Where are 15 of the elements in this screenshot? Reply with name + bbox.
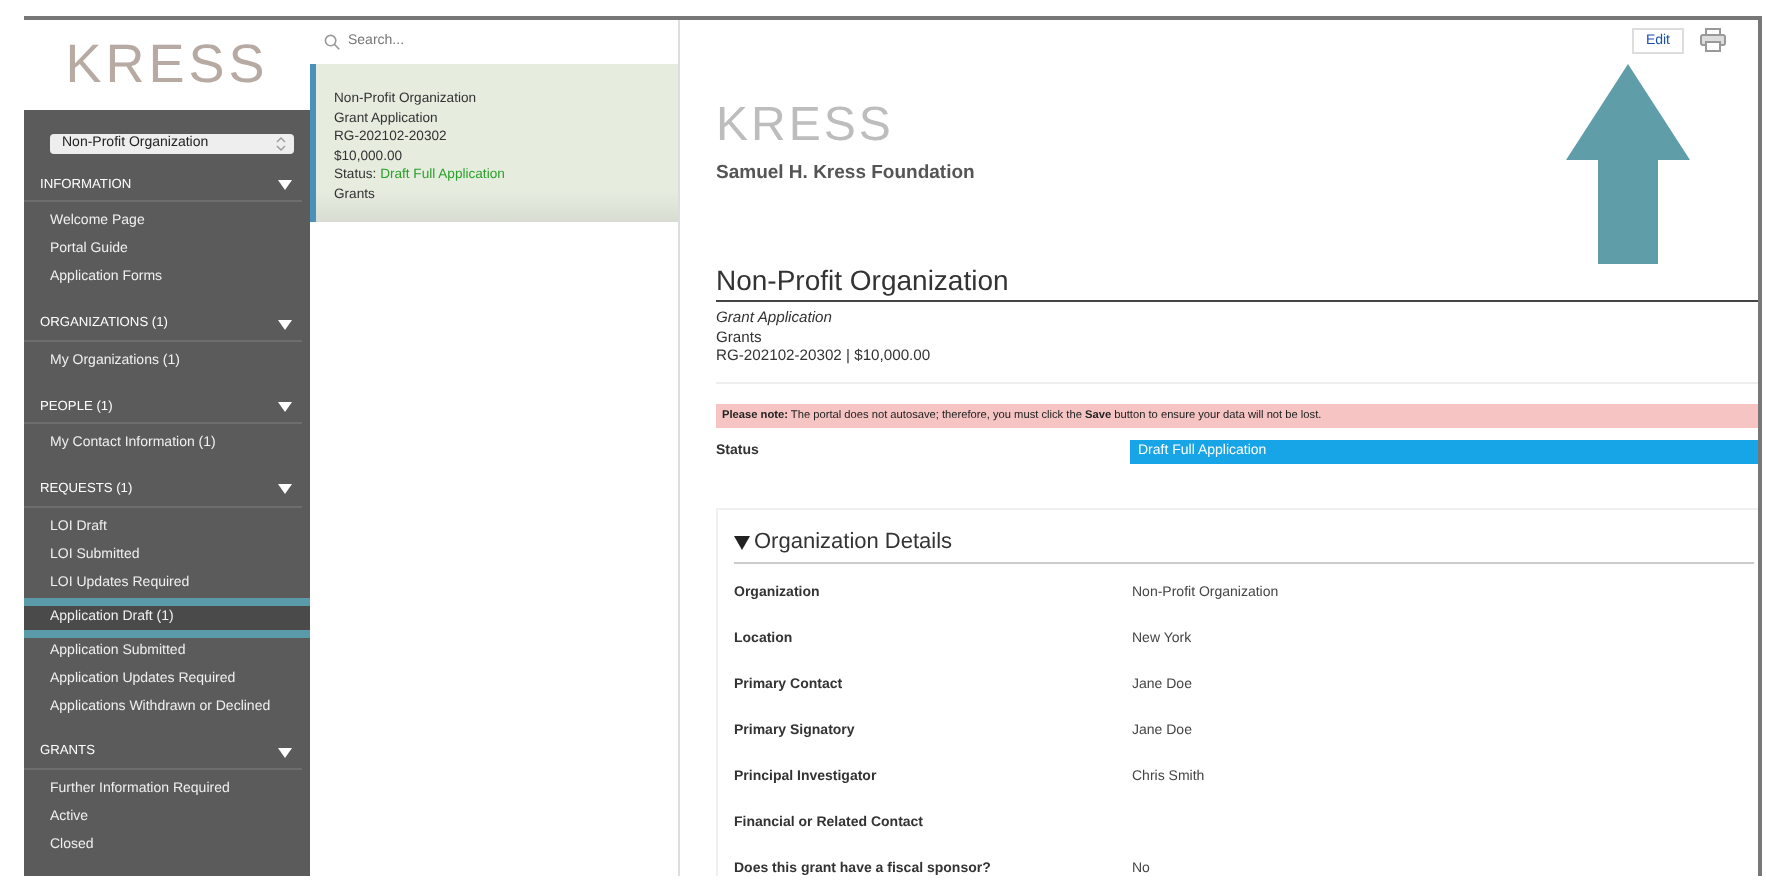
logo: KRESS <box>716 100 896 152</box>
print-icon[interactable] <box>1700 28 1726 52</box>
collapse-triangle-icon[interactable] <box>278 747 292 758</box>
collapse-triangle-icon[interactable] <box>734 536 750 551</box>
foundation-name: Samuel H. Kress Foundation <box>716 160 977 188</box>
section-header[interactable]: Organization Details <box>734 526 1754 564</box>
select-caret-icon <box>276 135 286 152</box>
collapse-triangle-icon[interactable] <box>278 180 292 191</box>
logo: KRESS <box>24 20 310 110</box>
collapse-triangle-icon[interactable] <box>278 484 292 495</box>
search-icon <box>324 34 340 50</box>
collapse-triangle-icon[interactable] <box>278 319 292 330</box>
collapse-triangle-icon[interactable] <box>278 402 292 413</box>
record-title: Non-Profit Organization <box>716 264 1758 303</box>
section-title: Organization Details <box>754 528 953 559</box>
